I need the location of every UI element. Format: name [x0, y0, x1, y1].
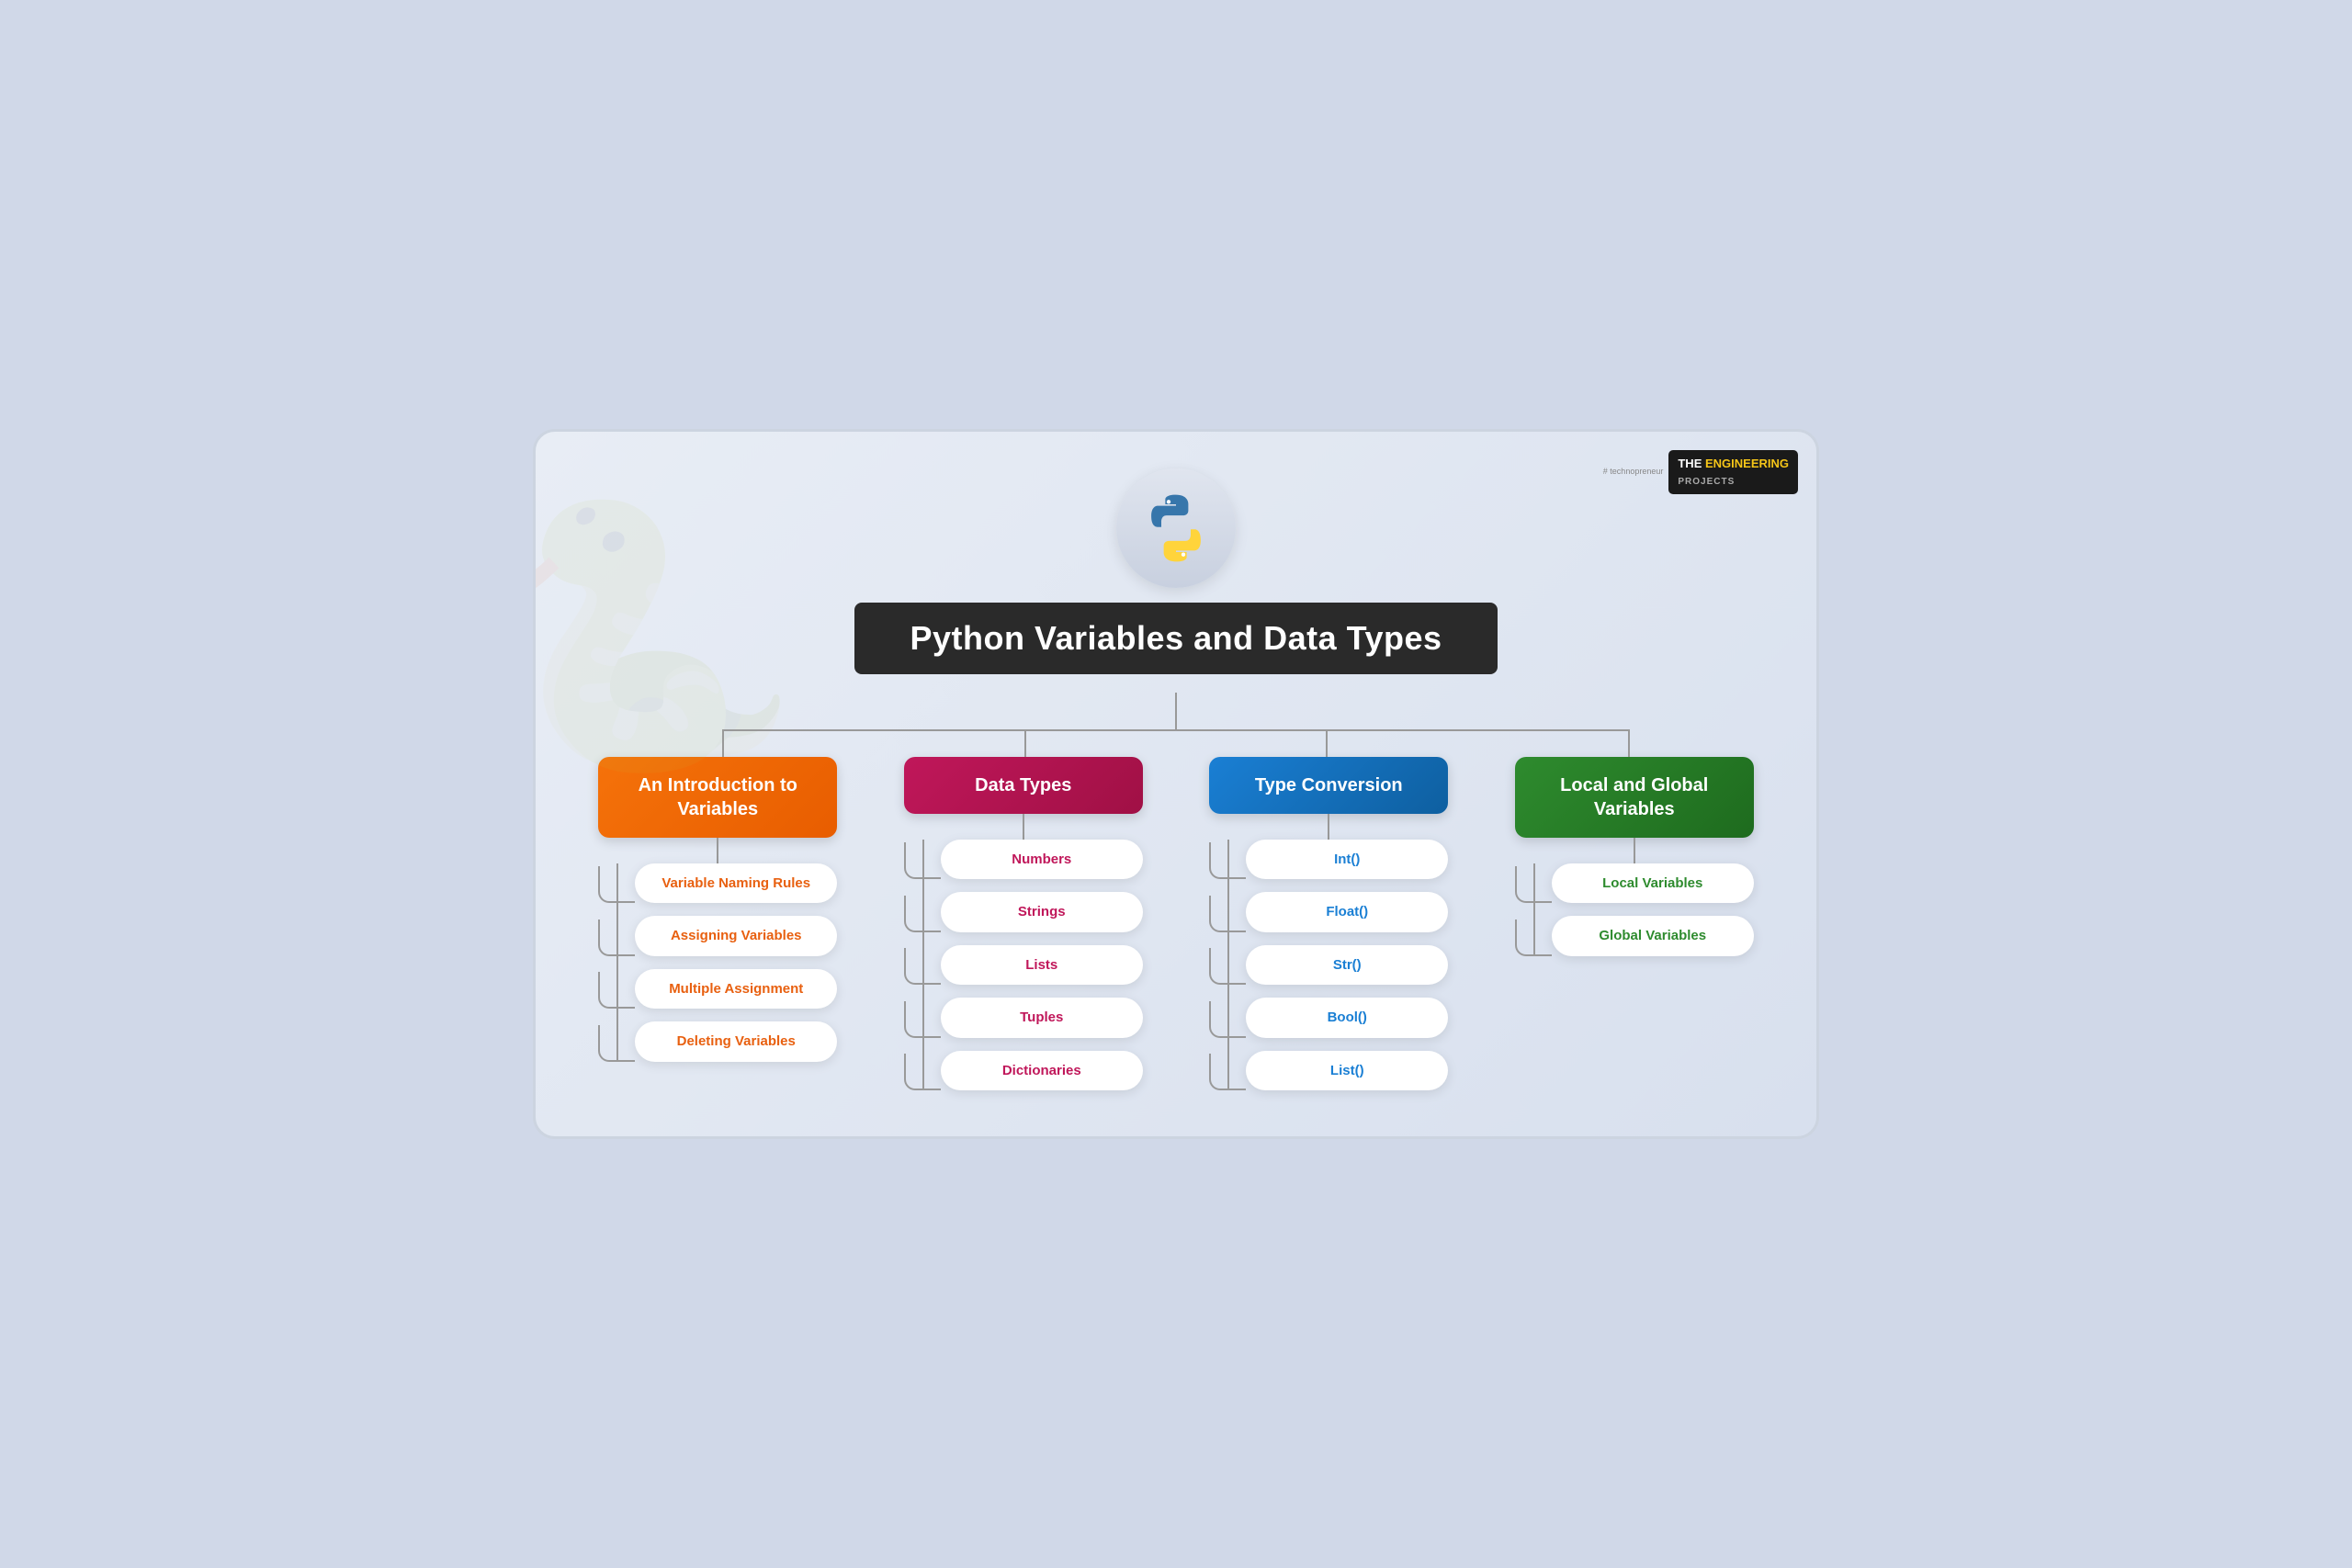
header: Python Variables and Data Types	[572, 468, 1780, 674]
list-item: Strings	[904, 892, 1143, 932]
brand-logo-box: THE ENGINEERING PROJECTS	[1668, 450, 1798, 494]
h-line	[723, 729, 1629, 731]
sub-items-typeconv: Int() Float() Str() Bool() List()	[1209, 840, 1448, 1091]
cat-v-line-2	[1023, 814, 1024, 840]
list-item: Int()	[1209, 840, 1448, 880]
hook-2-1	[904, 842, 941, 879]
hook-3-4	[1209, 1001, 1246, 1038]
hook-3-2	[1209, 896, 1246, 932]
columns-container: An Introduction toVariables Variable Nam…	[572, 757, 1780, 1091]
sub-items-intro: Variable Naming Rules Assigning Variable…	[598, 863, 837, 1062]
cat-v-line-1	[717, 838, 718, 863]
hook-1-1	[598, 866, 635, 903]
list-item: Local Variables	[1515, 863, 1754, 904]
list-item: Dictionaries	[904, 1051, 1143, 1091]
hook-2-4	[904, 1001, 941, 1038]
sub-chip-int: Int()	[1246, 840, 1448, 880]
brand-hashtag: # technopreneur	[1603, 467, 1664, 478]
v-line-center	[1175, 693, 1177, 729]
cat-box-typeconv: Type Conversion	[1209, 757, 1448, 814]
hook-2-3	[904, 948, 941, 985]
list-item: Numbers	[904, 840, 1143, 880]
hook-3-1	[1209, 842, 1246, 879]
sub-items-datatypes: Numbers Strings Lists Tuples Dictionarie…	[904, 840, 1143, 1091]
cat-v-line-3	[1328, 814, 1329, 840]
sub-chip-float: Float()	[1246, 892, 1448, 932]
sub-chip-assigning: Assigning Variables	[635, 916, 837, 956]
cat-box-intro: An Introduction toVariables	[598, 757, 837, 838]
sub-chip-str: Str()	[1246, 945, 1448, 986]
tree-connectors	[572, 693, 1780, 757]
hook-3-3	[1209, 948, 1246, 985]
hook-2-2	[904, 896, 941, 932]
v-drop-1	[722, 729, 724, 757]
list-item: Deleting Variables	[598, 1021, 837, 1062]
list-item: Bool()	[1209, 998, 1448, 1038]
brand-projects: PROJECTS	[1678, 477, 1735, 487]
sub-chip-tuples: Tuples	[941, 998, 1143, 1038]
column-datatypes: Data Types Numbers Strings Lists	[878, 757, 1170, 1091]
hook-3-5	[1209, 1054, 1246, 1090]
sub-chip-dictionaries: Dictionaries	[941, 1051, 1143, 1091]
list-item: Variable Naming Rules	[598, 863, 837, 904]
cat-box-datatypes: Data Types	[904, 757, 1143, 814]
hook-1-4	[598, 1025, 635, 1062]
sub-chip-numbers: Numbers	[941, 840, 1143, 880]
cat-v-line-4	[1634, 838, 1635, 863]
brand-text: # technopreneur	[1603, 467, 1664, 478]
main-card: 🐍 # technopreneur THE ENGINEERING PROJEC…	[533, 429, 1819, 1140]
hook-2-5	[904, 1054, 941, 1090]
brand-name: ENGINEERING	[1705, 457, 1789, 470]
sub-chip-multiple: Multiple Assignment	[635, 969, 837, 1010]
sub-chip-local: Local Variables	[1552, 863, 1754, 904]
list-item: Lists	[904, 945, 1143, 986]
hook-4-2	[1515, 919, 1552, 956]
column-localglob: Local and Global Variables Local Variabl…	[1489, 757, 1781, 956]
list-item: Str()	[1209, 945, 1448, 986]
sub-chip-lists: Lists	[941, 945, 1143, 986]
list-item: Multiple Assignment	[598, 969, 837, 1010]
v-drop-3	[1326, 729, 1328, 757]
list-item: Assigning Variables	[598, 916, 837, 956]
python-icon-circle	[1116, 468, 1236, 588]
hook-1-2	[598, 919, 635, 956]
v-drop-2	[1024, 729, 1026, 757]
sub-chip-global: Global Variables	[1552, 916, 1754, 956]
brand-the: THE	[1678, 457, 1702, 470]
sub-chip-bool: Bool()	[1246, 998, 1448, 1038]
list-item: List()	[1209, 1051, 1448, 1091]
v-drop-4	[1628, 729, 1630, 757]
list-item: Tuples	[904, 998, 1143, 1038]
sub-chip-strings: Strings	[941, 892, 1143, 932]
hook-4-1	[1515, 866, 1552, 903]
list-item: Global Variables	[1515, 916, 1754, 956]
hook-1-3	[598, 972, 635, 1009]
sub-chip-deleting: Deleting Variables	[635, 1021, 837, 1062]
python-logo-svg	[1139, 491, 1213, 565]
cat-box-localglob: Local and Global Variables	[1515, 757, 1754, 838]
column-intro: An Introduction toVariables Variable Nam…	[572, 757, 864, 1062]
sub-chip-variable-naming: Variable Naming Rules	[635, 863, 837, 904]
list-item: Float()	[1209, 892, 1448, 932]
brand-badge: # technopreneur THE ENGINEERING PROJECTS	[1603, 450, 1798, 494]
sub-items-localglob: Local Variables Global Variables	[1515, 863, 1754, 956]
sub-chip-list: List()	[1246, 1051, 1448, 1091]
column-typeconv: Type Conversion Int() Float() Str()	[1183, 757, 1475, 1091]
main-title: Python Variables and Data Types	[854, 603, 1497, 674]
